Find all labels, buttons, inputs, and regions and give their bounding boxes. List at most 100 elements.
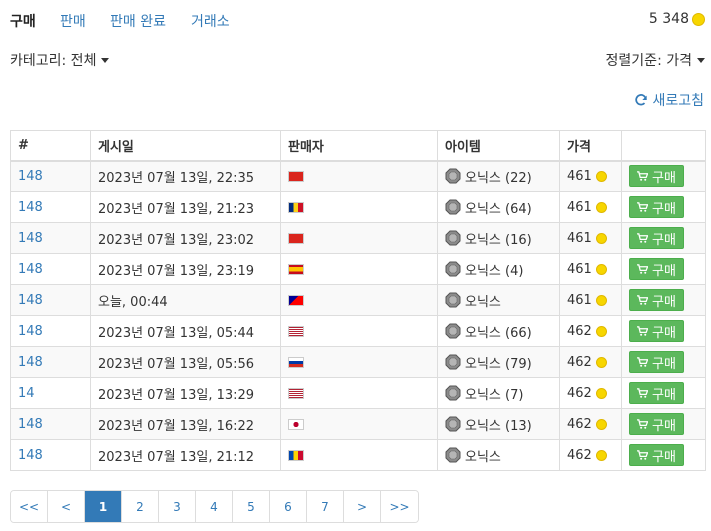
seller-cell (280, 346, 438, 378)
listing-id[interactable]: 148 (18, 417, 43, 432)
price-value: 461 (567, 261, 592, 277)
page-button[interactable]: 7 (307, 491, 344, 522)
cart-icon (637, 325, 648, 336)
table-row: 148 2023년 07월 13일, 16:22 오닉스 (13) 462 구매 (10, 408, 706, 440)
page-button[interactable]: 3 (159, 491, 196, 522)
listing-id[interactable]: 148 (18, 324, 43, 339)
item-cell: 오닉스 (22) (437, 160, 560, 192)
coin-icon (595, 170, 607, 182)
cart-icon (637, 232, 648, 243)
caret-down-icon (101, 57, 110, 63)
buy-button[interactable]: 구매 (629, 227, 684, 249)
seller-cell (280, 377, 438, 409)
listing-id-link[interactable]: 148 (10, 160, 91, 192)
seller-cell (280, 284, 438, 316)
page-button[interactable]: 1 (85, 491, 122, 522)
category-dropdown[interactable]: 카테고리: 전체 (10, 50, 110, 70)
sort-label: 정렬기준: 가격 (605, 53, 692, 69)
refresh-button[interactable]: 새로고침 (634, 90, 704, 110)
price-cell: 462 (559, 346, 622, 378)
price-cell: 462 (559, 408, 622, 440)
tab-sold[interactable]: 판매 완료 (110, 11, 166, 31)
buy-button[interactable]: 구매 (629, 320, 684, 342)
buy-button[interactable]: 구매 (629, 165, 684, 188)
page-button[interactable]: 6 (270, 491, 307, 522)
country-flag-icon (288, 232, 304, 244)
listing-id-link[interactable]: 148 (10, 315, 91, 347)
item-name: 오닉스 (22) (465, 170, 532, 186)
sort-dropdown[interactable]: 정렬기준: 가격 (606, 50, 705, 70)
onyx-gem-icon (445, 323, 461, 339)
listing-id[interactable]: 148 (18, 169, 43, 184)
listing-id-link[interactable]: 148 (10, 408, 91, 440)
cart-icon (637, 449, 648, 460)
price-value: 461 (567, 292, 592, 308)
buy-label: 구매 (652, 232, 676, 248)
buy-button[interactable]: 구매 (629, 196, 684, 218)
listing-id-link[interactable]: 14 (10, 377, 91, 409)
page-button[interactable]: > (344, 491, 381, 522)
table-row: 148 2023년 07월 13일, 21:23 오닉스 (64) 461 구매 (10, 191, 706, 223)
coin-icon (595, 387, 607, 399)
listing-id[interactable]: 148 (18, 231, 43, 246)
page-button[interactable]: 2 (122, 491, 159, 522)
cart-icon (637, 418, 648, 429)
caret-down-icon (697, 57, 705, 63)
table-row: 148 2023년 07월 13일, 05:44 오닉스 (66) 462 구매 (10, 315, 706, 347)
tab-buy[interactable]: 구매 (10, 11, 36, 31)
cart-icon (637, 171, 648, 181)
country-flag-icon (288, 449, 304, 461)
price-value: 462 (567, 385, 592, 401)
price-value: 461 (567, 230, 592, 246)
listing-id[interactable]: 14 (18, 386, 35, 401)
tab-sell[interactable]: 판매 (60, 11, 86, 31)
item-cell: 오닉스 (79) (437, 346, 560, 378)
cart-icon (637, 387, 648, 398)
listing-id-link[interactable]: 148 (10, 253, 91, 285)
buy-button[interactable]: 구매 (629, 382, 684, 404)
tab-exchange[interactable]: 거래소 (191, 11, 230, 31)
price-value: 462 (567, 447, 592, 463)
listing-id-link[interactable]: 148 (10, 284, 91, 316)
listing-id[interactable]: 148 (18, 293, 43, 308)
buy-button[interactable]: 구매 (629, 444, 684, 466)
coin-icon (595, 201, 607, 213)
country-flag-icon (288, 170, 304, 182)
page-button[interactable]: 4 (196, 491, 233, 522)
item-cell: 오닉스 (7) (437, 377, 560, 409)
buy-label: 구매 (652, 387, 676, 403)
listing-id[interactable]: 148 (18, 448, 43, 463)
listing-id[interactable]: 148 (18, 200, 43, 215)
page-button[interactable]: 5 (233, 491, 270, 522)
listing-id[interactable]: 148 (18, 355, 43, 370)
item-cell: 오닉스 (13) (437, 408, 560, 440)
buy-button[interactable]: 구매 (629, 351, 684, 373)
listing-id-link[interactable]: 148 (10, 439, 91, 471)
buy-button[interactable]: 구매 (629, 289, 684, 311)
price-value: 462 (567, 354, 592, 370)
page-button[interactable]: << (11, 491, 48, 522)
listing-id-link[interactable]: 148 (10, 191, 91, 223)
page-button[interactable]: >> (381, 491, 418, 522)
posted-date: 2023년 07월 13일, 21:23 (90, 191, 281, 223)
onyx-gem-icon (445, 447, 461, 463)
action-cell: 구매 (621, 439, 706, 471)
country-flag-icon (288, 263, 304, 275)
buy-button[interactable]: 구매 (629, 413, 684, 435)
price-cell: 462 (559, 315, 622, 347)
action-cell: 구매 (621, 191, 706, 223)
item-cell: 오닉스 (437, 284, 560, 316)
country-flag-icon (288, 387, 304, 399)
coin-icon (595, 263, 607, 275)
column-header-seller: 판매자 (280, 130, 438, 162)
filter-bar: 카테고리: 전체 정렬기준: 가격 (0, 50, 711, 72)
listing-id-link[interactable]: 148 (10, 346, 91, 378)
page-button[interactable]: < (48, 491, 85, 522)
listing-id[interactable]: 148 (18, 262, 43, 277)
listing-id-link[interactable]: 148 (10, 222, 91, 254)
refresh-icon (635, 94, 648, 106)
onyx-gem-icon (445, 168, 461, 184)
pagination: << <1 2 3 4 5 6 7 > >> (10, 490, 419, 523)
country-flag-icon (288, 418, 304, 430)
buy-button[interactable]: 구매 (629, 258, 684, 280)
